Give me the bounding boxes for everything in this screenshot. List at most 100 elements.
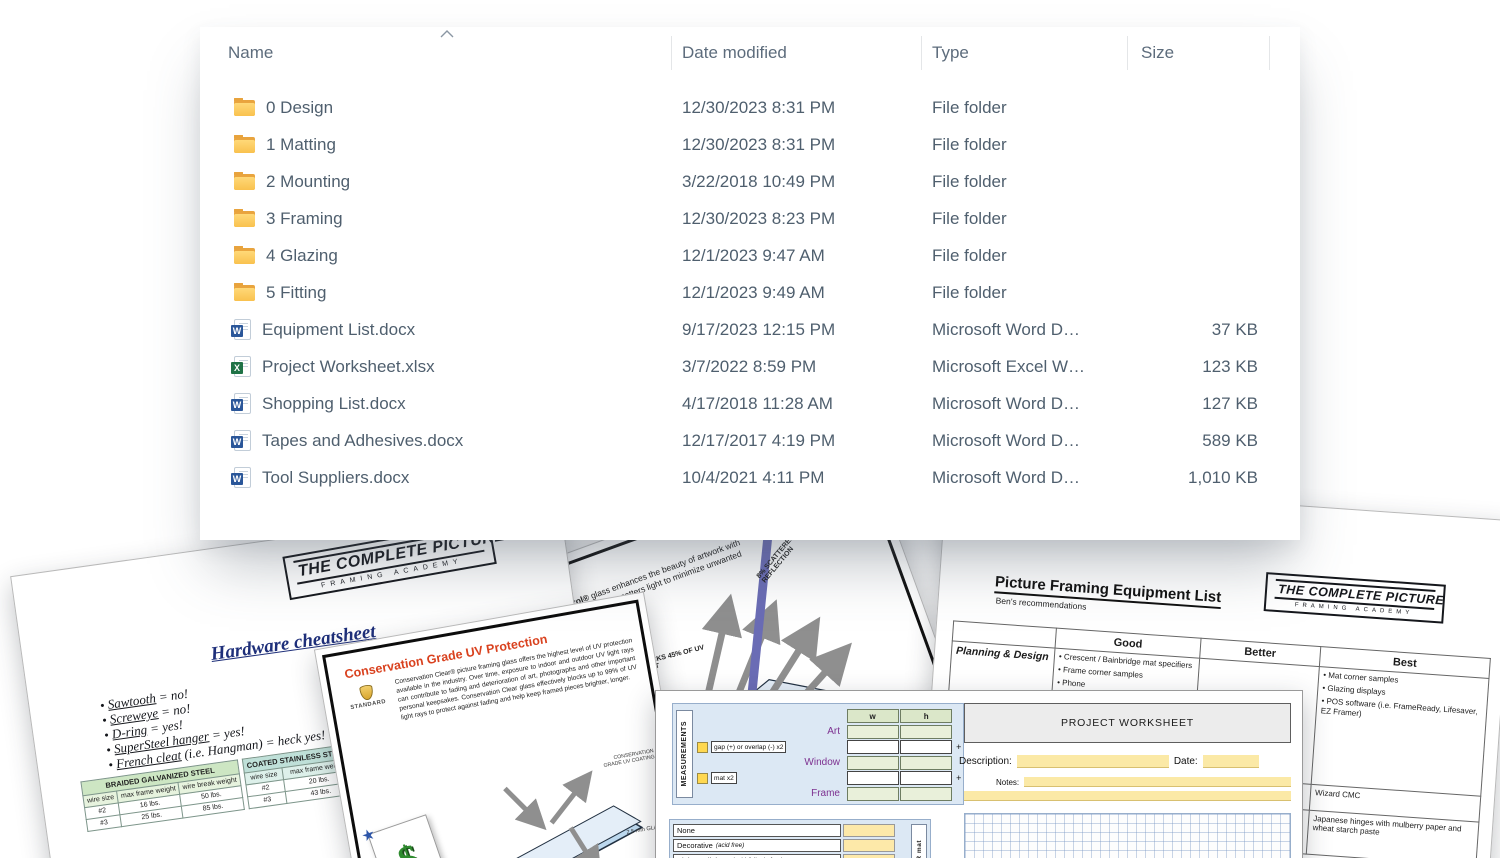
item-type: File folder (932, 171, 1007, 191)
file-row[interactable]: 5 Fitting 12/1/2023 9:49 AM File folder (228, 274, 1300, 311)
item-size: 123 KB (1202, 356, 1258, 376)
description-label: Description: (959, 756, 1012, 767)
folder-icon (234, 134, 255, 153)
standard-badge-label: STANDARD (350, 698, 387, 712)
width-column-header: w (846, 709, 899, 723)
item-date: 3/7/2022 8:59 PM (682, 356, 817, 376)
word-file-icon (231, 393, 251, 414)
mat-option-cell (843, 839, 895, 852)
file-list: 0 Design 12/30/2023 8:31 PM File folder … (228, 89, 1300, 496)
blank-label (697, 709, 845, 723)
file-row[interactable]: 4 Glazing 12/1/2023 9:47 AM File folder (228, 237, 1300, 274)
file-row[interactable]: 0 Design 12/30/2023 8:31 PM File folder (228, 89, 1300, 126)
shield-icon (358, 684, 374, 702)
braided-wire-table: BRAIDED GALVANIZED STEEL wire size max f… (80, 759, 245, 832)
mat-option-cell (843, 854, 895, 858)
price-card (367, 814, 451, 858)
item-name: Tapes and Adhesives.docx (262, 430, 464, 450)
item-type: File folder (932, 245, 1007, 265)
height-column-header: h (900, 709, 953, 723)
frame-h-cell (900, 786, 953, 801)
notes-label: Notes: (996, 777, 1020, 787)
file-row[interactable]: Equipment List.docx 9/17/2023 12:15 PM M… (228, 311, 1300, 348)
word-file-icon (231, 319, 251, 340)
item-name: Equipment List.docx (262, 319, 416, 339)
complete-picture-logo: THE COMPLETE PICTURE FRAMING ACADEMY (1263, 572, 1446, 624)
item-date: 12/30/2023 8:31 PM (682, 97, 836, 117)
plus-sign: + (956, 773, 962, 784)
measurements-label: MEASUREMENTS (681, 721, 688, 787)
mat-option-row: Alpha Cellulose(acid & lignin free) (673, 854, 927, 858)
item-type: File folder (932, 282, 1007, 302)
major-mat-sidebar: MAJOR mat (911, 824, 927, 858)
worksheet-title: PROJECT WORKSHEET (964, 703, 1291, 743)
item-date: 12/17/2017 4:19 PM (682, 430, 836, 450)
star-icon (359, 824, 378, 846)
item-type: Microsoft Word D… (932, 467, 1080, 487)
window-row-label: Window (804, 757, 840, 769)
item-type: Microsoft Excel W… (932, 356, 1086, 376)
item-date: 12/30/2023 8:23 PM (682, 208, 836, 228)
file-row[interactable]: Project Worksheet.xlsx 3/7/2022 8:59 PM … (228, 348, 1300, 385)
notes-field (1024, 777, 1291, 787)
mat-option-row: Decorative (acid free) (673, 839, 927, 852)
item-name: 1 Matting (266, 134, 336, 154)
conservation-frame: Conservation Grade UV Protection STANDAR… (322, 599, 693, 858)
file-explorer-window: Name Date modified Type Size 0 Design 12… (200, 27, 1300, 540)
measurements-grid: w h Art gap (+) or overlap (-) x2 + Wind… (697, 709, 964, 801)
art-w-cell (846, 724, 899, 739)
item-size: 127 KB (1202, 393, 1258, 413)
file-row[interactable]: 1 Matting 12/30/2023 8:31 PM File folder (228, 126, 1300, 163)
dollar-sign-icon (393, 835, 425, 858)
mat-w-cell (846, 771, 899, 786)
file-row[interactable]: 3 Framing 12/30/2023 8:23 PM File folder (228, 200, 1300, 237)
item-name: 5 Fitting (266, 282, 327, 302)
word-file-icon (231, 430, 251, 451)
window-w-cell (846, 755, 899, 770)
column-header-name[interactable]: Name (228, 36, 672, 70)
item-date: 12/1/2023 9:49 AM (682, 282, 825, 302)
file-row[interactable]: Tapes and Adhesives.docx 12/17/2017 4:19… (228, 422, 1300, 459)
item-size: 37 KB (1211, 319, 1258, 339)
item-type: Microsoft Word D… (932, 319, 1080, 339)
file-row[interactable]: Tool Suppliers.docx 10/4/2021 4:11 PM Mi… (228, 459, 1300, 496)
notes-field-line2 (964, 791, 1291, 801)
item-size: 589 KB (1202, 430, 1258, 450)
folder-icon (234, 97, 255, 116)
gap-h-cell (900, 740, 953, 755)
item-type: File folder (932, 208, 1007, 228)
uv-blocking-diagram (501, 770, 644, 858)
word-file-icon (231, 467, 251, 488)
file-row[interactable]: 2 Mounting 3/22/2018 10:49 PM File folde… (228, 163, 1300, 200)
column-header-size[interactable]: Size (1128, 36, 1270, 70)
item-name: Shopping List.docx (262, 393, 406, 413)
standard-badge: STANDARD (341, 679, 396, 732)
item-name: Tool Suppliers.docx (262, 467, 410, 487)
frame-w-cell (846, 786, 899, 801)
measurements-sidebar: MEASUREMENTS (676, 710, 693, 798)
major-mat-label: MAJOR mat (916, 840, 923, 858)
description-row: Description: Date: (959, 755, 1291, 768)
window-h-cell (900, 755, 953, 770)
item-name: 0 Design (266, 97, 334, 117)
yellow-marker (697, 772, 708, 784)
mat-h-cell (900, 771, 953, 786)
item-date: 12/1/2023 9:47 AM (682, 245, 825, 265)
column-header-date-modified[interactable]: Date modified (672, 36, 922, 70)
column-header-type[interactable]: Type (922, 36, 1128, 70)
project-worksheet-page: MEASUREMENTS w h Art gap (+) or overlap … (655, 690, 1303, 858)
file-row[interactable]: Shopping List.docx 4/17/2018 11:28 AM Mi… (228, 385, 1300, 422)
folder-icon (234, 171, 255, 190)
item-date: 4/17/2018 11:28 AM (682, 393, 833, 413)
best-items: Mat corner samples Glazing displays POS … (1311, 666, 1489, 797)
grid-paper-area (964, 813, 1291, 858)
measurements-panel: MEASUREMENTS w h Art gap (+) or overlap … (672, 703, 964, 805)
date-label: Date: (1173, 756, 1198, 767)
folder-icon (234, 282, 255, 301)
sort-ascending-icon (440, 30, 454, 38)
folder-icon (234, 208, 255, 227)
notes-row: Notes: (996, 777, 1291, 787)
